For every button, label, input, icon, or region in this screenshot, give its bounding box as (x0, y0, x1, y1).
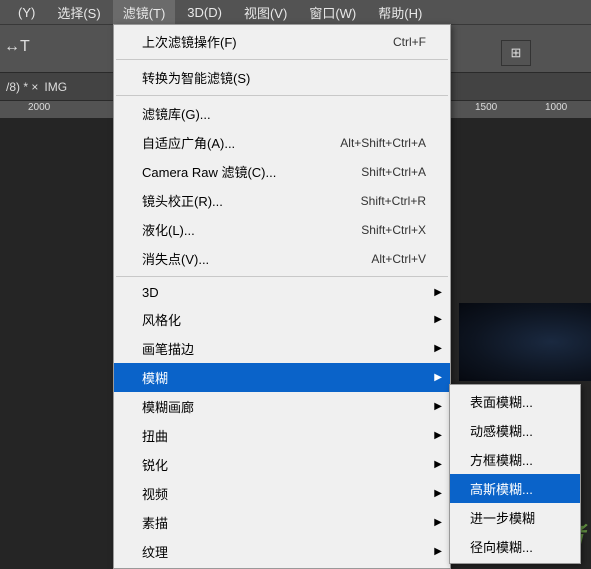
submenu-arrow-icon: ▶ (434, 430, 442, 441)
menuitem-label: 径向模糊... (470, 537, 533, 556)
shortcut-text: Ctrl+F (393, 35, 426, 49)
menu-help[interactable]: 帮助(H) (368, 0, 432, 25)
submenu-gaussian-blur[interactable]: 高斯模糊... (450, 474, 580, 503)
menuitem-lens-correction[interactable]: 镜头校正(R)... Shift+Ctrl+R (114, 186, 450, 215)
menuitem-label: 方框模糊... (470, 450, 533, 469)
menu-y[interactable]: (Y) (8, 2, 45, 23)
menuitem-adaptive-wide-angle[interactable]: 自适应广角(A)... Alt+Shift+Ctrl+A (114, 128, 450, 157)
tick-1500: 1500 (475, 102, 497, 113)
menuitem-blur-gallery[interactable]: 模糊画廊 ▶ (114, 392, 450, 421)
panel-toggle-icon[interactable]: ⊞ (501, 40, 531, 66)
submenu-arrow-icon: ▶ (434, 343, 442, 354)
menuitem-blur[interactable]: 模糊 ▶ (114, 363, 450, 392)
menuitem-label: 3D (142, 285, 159, 300)
menu-3d[interactable]: 3D(D) (177, 2, 232, 23)
image-preview (459, 303, 591, 381)
menuitem-label: 镜头校正(R)... (142, 191, 223, 210)
menu-window[interactable]: 窗口(W) (299, 0, 366, 25)
menuitem-filter-gallery[interactable]: 滤镜库(G)... (114, 99, 450, 128)
submenu-arrow-icon: ▶ (434, 287, 442, 298)
menuitem-label: 风格化 (142, 310, 181, 329)
menuitem-liquify[interactable]: 液化(L)... Shift+Ctrl+X (114, 215, 450, 244)
menuitem-label: 液化(L)... (142, 220, 195, 239)
menu-filter[interactable]: 滤镜(T) (113, 0, 176, 25)
submenu-surface-blur[interactable]: 表面模糊... (450, 387, 580, 416)
menuitem-label: 自适应广角(A)... (142, 133, 235, 152)
tab-doc1[interactable]: /8) * × (6, 80, 38, 94)
menuitem-label: 模糊 (142, 368, 168, 387)
tick-1000: 1000 (545, 102, 567, 113)
menuitem-label: 消失点(V)... (142, 249, 209, 268)
shortcut-text: Alt+Shift+Ctrl+A (340, 136, 426, 150)
shortcut-text: Shift+Ctrl+X (361, 223, 426, 237)
shortcut-text: Shift+Ctrl+A (361, 165, 426, 179)
menuitem-label: 模糊画廊 (142, 397, 194, 416)
menuitem-label: 锐化 (142, 455, 168, 474)
filter-menu-dropdown: 上次滤镜操作(F) Ctrl+F 转换为智能滤镜(S) 滤镜库(G)... 自适… (113, 24, 451, 569)
menuitem-stylize[interactable]: 风格化 ▶ (114, 305, 450, 334)
menuitem-last-filter[interactable]: 上次滤镜操作(F) Ctrl+F (114, 27, 450, 56)
menuitem-texture[interactable]: 纹理 ▶ (114, 537, 450, 566)
submenu-arrow-icon: ▶ (434, 546, 442, 557)
submenu-arrow-icon: ▶ (434, 517, 442, 528)
menuitem-camera-raw[interactable]: Camera Raw 滤镜(C)... Shift+Ctrl+A (114, 157, 450, 186)
menuitem-label: 滤镜库(G)... (142, 104, 211, 123)
menuitem-label: 画笔描边 (142, 339, 194, 358)
text-tool-icon[interactable]: ↔T (4, 38, 26, 60)
menuitem-sketch[interactable]: 素描 ▶ (114, 508, 450, 537)
menuitem-label: 转换为智能滤镜(S) (142, 68, 250, 87)
menuitem-3d[interactable]: 3D ▶ (114, 280, 450, 305)
blur-submenu: 表面模糊... 动感模糊... 方框模糊... 高斯模糊... 进一步模糊 径向… (449, 384, 581, 564)
menuitem-label: 素描 (142, 513, 168, 532)
submenu-radial-blur[interactable]: 径向模糊... (450, 532, 580, 561)
menuitem-label: 进一步模糊 (470, 508, 535, 527)
menubar: (Y) 选择(S) 滤镜(T) 3D(D) 视图(V) 窗口(W) 帮助(H) (0, 0, 591, 24)
menu-view[interactable]: 视图(V) (234, 0, 297, 25)
submenu-arrow-icon: ▶ (434, 314, 442, 325)
menuitem-sharpen[interactable]: 锐化 ▶ (114, 450, 450, 479)
shortcut-text: Shift+Ctrl+R (361, 194, 426, 208)
separator (116, 276, 448, 277)
menuitem-label: 扭曲 (142, 426, 168, 445)
menuitem-distort[interactable]: 扭曲 ▶ (114, 421, 450, 450)
submenu-arrow-icon: ▶ (434, 459, 442, 470)
submenu-arrow-icon: ▶ (434, 401, 442, 412)
menuitem-vanishing-point[interactable]: 消失点(V)... Alt+Ctrl+V (114, 244, 450, 273)
submenu-arrow-icon: ▶ (434, 488, 442, 499)
separator (116, 95, 448, 96)
menuitem-label: 高斯模糊... (470, 479, 533, 498)
tab-doc2[interactable]: IMG (44, 80, 67, 94)
menuitem-label: 表面模糊... (470, 392, 533, 411)
submenu-blur-more[interactable]: 进一步模糊 (450, 503, 580, 532)
menuitem-label: 上次滤镜操作(F) (142, 32, 237, 51)
menuitem-label: Camera Raw 滤镜(C)... (142, 162, 276, 181)
menuitem-video[interactable]: 视频 ▶ (114, 479, 450, 508)
separator (116, 59, 448, 60)
shortcut-text: Alt+Ctrl+V (371, 252, 426, 266)
tick-2000: 2000 (28, 102, 50, 113)
menu-select[interactable]: 选择(S) (47, 0, 110, 25)
submenu-arrow-icon: ▶ (434, 372, 442, 383)
submenu-motion-blur[interactable]: 动感模糊... (450, 416, 580, 445)
submenu-box-blur[interactable]: 方框模糊... (450, 445, 580, 474)
menuitem-brush-strokes[interactable]: 画笔描边 ▶ (114, 334, 450, 363)
menuitem-label: 纹理 (142, 542, 168, 561)
menuitem-label: 动感模糊... (470, 421, 533, 440)
menuitem-label: 视频 (142, 484, 168, 503)
menuitem-smart-filter[interactable]: 转换为智能滤镜(S) (114, 63, 450, 92)
